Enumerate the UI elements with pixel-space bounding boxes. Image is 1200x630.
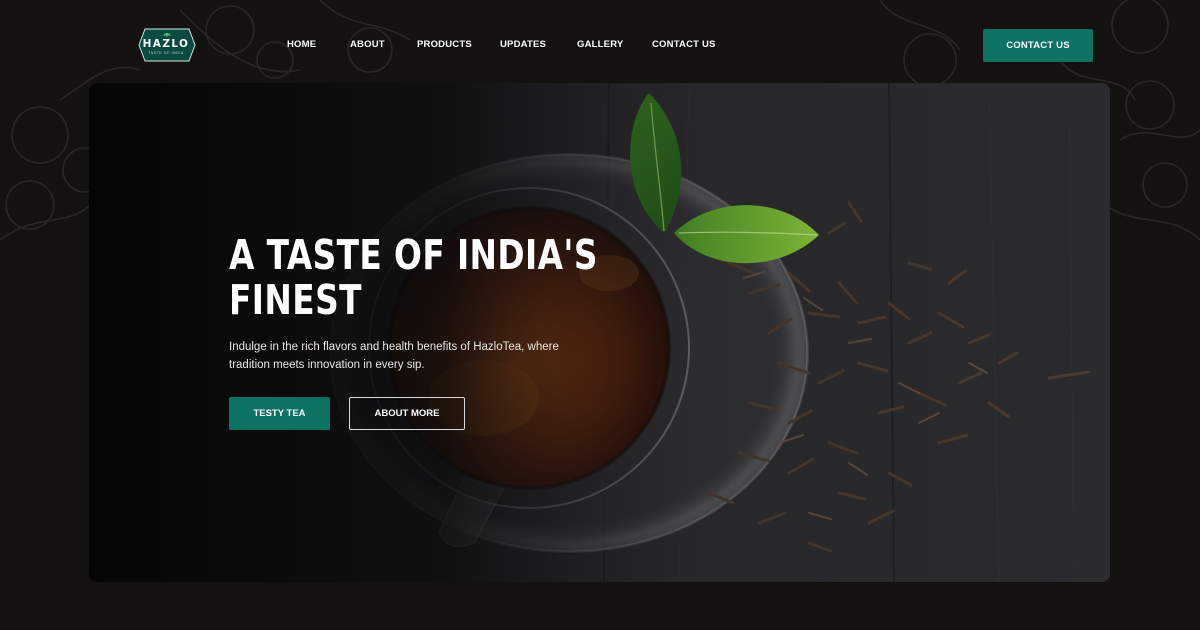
logo-subtext: TASTE OF INDIA [148, 51, 184, 55]
nav-about[interactable]: ABOUT [350, 39, 385, 50]
contact-us-button[interactable]: CONTACT US [983, 29, 1093, 62]
hero-title-line-2: FINEST [229, 276, 362, 324]
tea-cup-with-leaves-image [89, 83, 1110, 582]
hero-description: Indulge in the rich flavors and health b… [229, 341, 559, 371]
site-header: HAZLO TASTE OF INDIA HOME ABOUT PRODUCTS… [0, 0, 1200, 88]
nav-gallery[interactable]: GALLERY [577, 39, 623, 50]
nav-products[interactable]: PRODUCTS [417, 39, 472, 50]
nav-contact-us[interactable]: CONTACT US [652, 39, 716, 50]
nav-updates[interactable]: UPDATES [500, 39, 546, 50]
about-more-button[interactable]: ABOUT MORE [349, 397, 465, 430]
hero-title: A TASTE OF INDIA'S FINEST [229, 231, 598, 324]
hero-title-line-1: A TASTE OF INDIA'S [229, 231, 598, 279]
testy-tea-button[interactable]: TESTY TEA [229, 397, 330, 430]
brand-logo[interactable]: HAZLO TASTE OF INDIA [137, 25, 197, 65]
hero-banner: A TASTE OF INDIA'S FINEST Indulge in the… [89, 83, 1110, 582]
nav-home[interactable]: HOME [287, 39, 316, 50]
logo-text: HAZLO [142, 38, 190, 50]
